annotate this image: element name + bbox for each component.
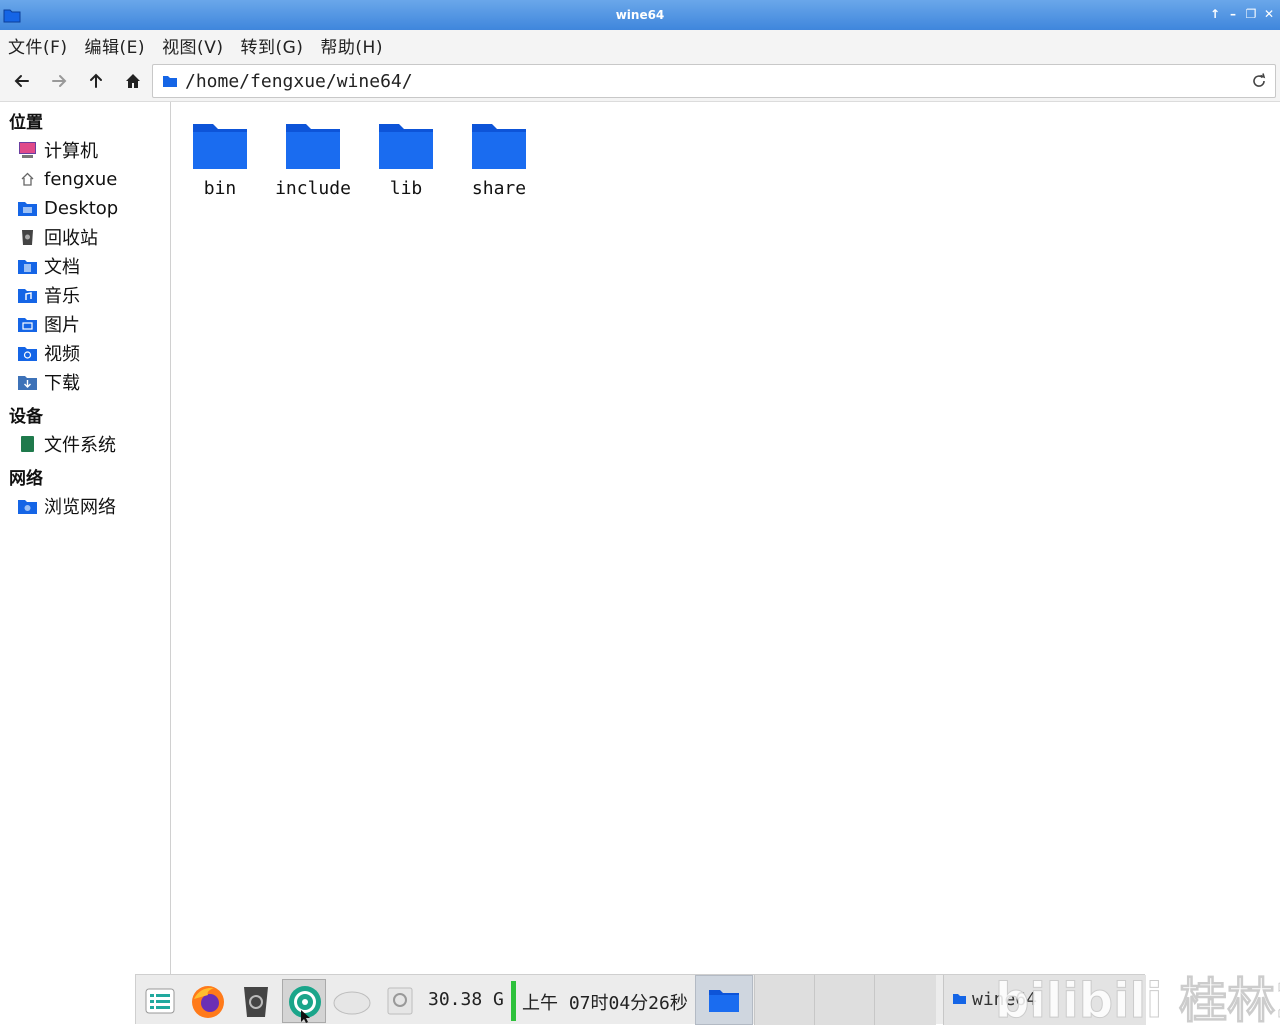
sidebar-item-trash[interactable]: 回收站 (17, 224, 98, 250)
menu-help[interactable]: 帮助(H) (320, 33, 392, 58)
cloud-icon[interactable] (330, 979, 374, 1023)
trash-icon[interactable] (234, 979, 278, 1023)
folder-icon (163, 76, 177, 87)
disk-usage-bar (511, 981, 516, 1021)
sidebar-item-downloads[interactable]: 下载 (17, 369, 80, 395)
sidebar-item-documents[interactable]: 文档 (17, 253, 80, 279)
window-title: wine64 (615, 8, 665, 22)
close-button[interactable]: ✕ (1262, 6, 1276, 22)
workspace-3[interactable] (814, 975, 874, 1025)
sidebar-item-computer[interactable]: 计算机 (17, 137, 98, 163)
menu-file[interactable]: 文件(F) (8, 33, 77, 58)
desktop-folder-icon (18, 202, 37, 216)
menu-view[interactable]: 视图(V) (162, 33, 232, 58)
forward-arrow-icon[interactable] (48, 70, 70, 92)
maximize-button[interactable]: ❐ (1244, 6, 1258, 22)
reload-icon[interactable] (1250, 72, 1268, 90)
app-menu-icon[interactable] (138, 979, 182, 1023)
workspace-1[interactable] (695, 975, 753, 1025)
downloads-folder-icon (18, 376, 37, 390)
keep-above-button[interactable]: ↑ (1208, 6, 1222, 22)
firefox-icon[interactable] (186, 979, 230, 1023)
sidebar-item-filesystem[interactable]: 文件系统 (17, 431, 116, 457)
videos-folder-icon (18, 347, 37, 361)
folder-icon (709, 990, 739, 1012)
file-item-include[interactable]: include (268, 120, 358, 199)
back-arrow-icon[interactable] (11, 70, 33, 92)
sidebar-item-videos[interactable]: 视频 (17, 340, 80, 366)
sidebar-item-desktop[interactable]: Desktop (17, 195, 118, 221)
folder-icon (472, 124, 526, 169)
file-view[interactable]: bin include lib share (172, 102, 1280, 974)
disk-usage-icon[interactable] (378, 979, 422, 1023)
minimize-button[interactable]: – (1226, 6, 1240, 22)
workspace-2[interactable] (754, 975, 814, 1025)
music-folder-icon (18, 289, 37, 303)
svg-text:bilibili 桂林2018: bilibili 桂林2018 (995, 973, 1280, 1024)
pictures-folder-icon (18, 318, 37, 332)
sidebar: 位置 计算机 fengxue Desktop 回收站 文档 音乐 图片 视频 下… (0, 102, 171, 974)
folder-icon (953, 994, 966, 1004)
screenshot-tool-icon[interactable] (282, 979, 326, 1023)
folder-icon (286, 124, 340, 169)
places-heading: 位置 (9, 113, 43, 133)
taskbar: 30.38 G 上午 07时04分26秒 wine64 (135, 974, 1146, 1025)
title-bar: wine64 ↑ – ❐ ✕ (0, 0, 1280, 30)
folder-icon (193, 124, 247, 169)
address-path[interactable]: /home/fengxue/wine64/ (185, 71, 413, 92)
sidebar-item-home[interactable]: fengxue (17, 166, 117, 192)
network-folder-icon (18, 500, 37, 514)
trash-icon (22, 230, 33, 245)
menu-edit[interactable]: 编辑(E) (85, 33, 155, 58)
menu-bar: 文件(F) 编辑(E) 视图(V) 转到(G) 帮助(H) (0, 30, 1280, 60)
drive-icon (21, 436, 34, 452)
file-item-bin[interactable]: bin (175, 120, 265, 199)
home-icon[interactable] (122, 70, 144, 92)
up-arrow-icon[interactable] (85, 70, 107, 92)
network-heading: 网络 (9, 469, 43, 489)
workspace-4[interactable] (874, 975, 936, 1025)
sidebar-item-browse-network[interactable]: 浏览网络 (17, 493, 116, 519)
file-item-share[interactable]: share (454, 120, 544, 199)
sidebar-item-pictures[interactable]: 图片 (17, 311, 80, 337)
menu-go[interactable]: 转到(G) (240, 33, 312, 58)
sidebar-item-music[interactable]: 音乐 (17, 282, 80, 308)
computer-icon (19, 142, 36, 158)
watermark-logo: bilibili 桂林2018 (995, 973, 1280, 1025)
clock[interactable]: 上午 07时04分26秒 (522, 989, 688, 1015)
address-bar[interactable]: /home/fengxue/wine64/ (152, 64, 1276, 98)
devices-heading: 设备 (9, 407, 43, 427)
home-icon (21, 172, 34, 186)
disk-free-text: 30.38 G (428, 989, 504, 1010)
folder-icon (379, 124, 433, 169)
file-item-lib[interactable]: lib (361, 120, 451, 199)
documents-folder-icon (18, 260, 37, 274)
